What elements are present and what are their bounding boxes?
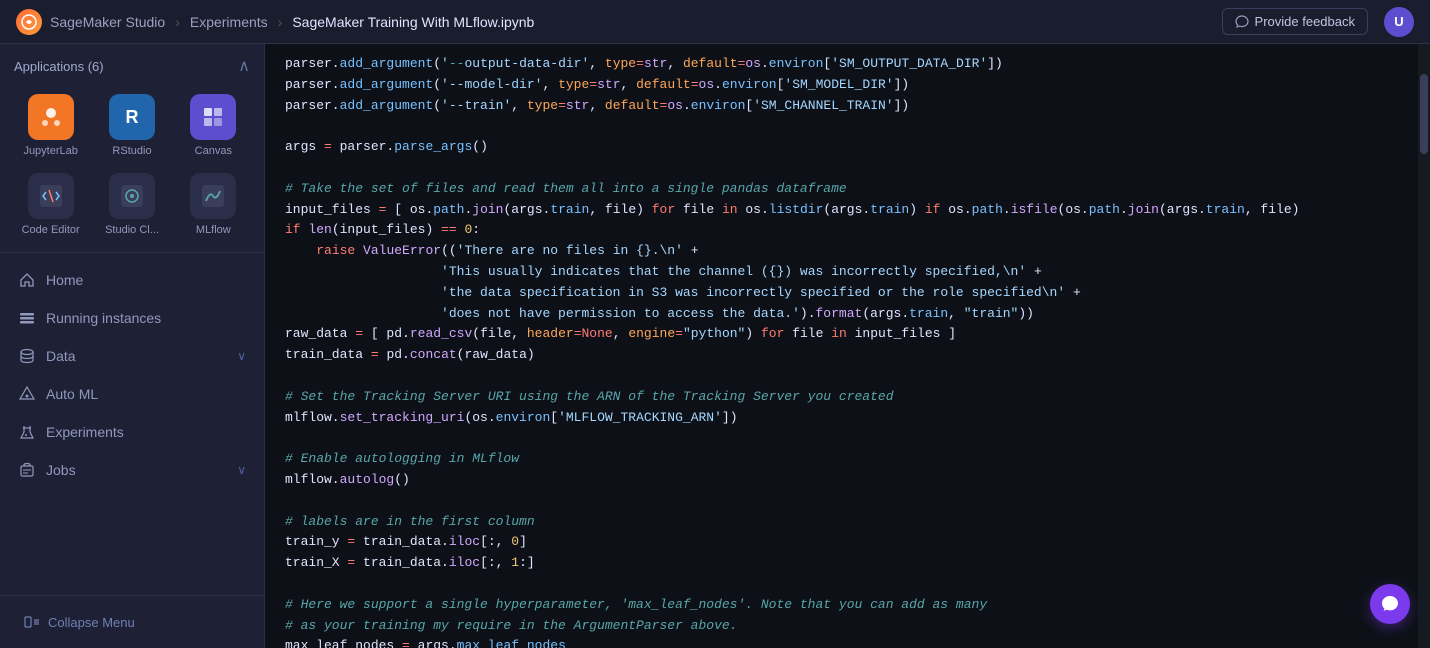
home-icon	[18, 271, 36, 289]
sidebar-item-auto-ml[interactable]: Auto ML	[0, 375, 264, 413]
apps-title: Applications (6)	[14, 59, 104, 74]
sidebar-item-jobs[interactable]: Jobs ∨	[0, 451, 264, 489]
breadcrumb: SageMaker Studio › Experiments › SageMak…	[16, 9, 534, 35]
scrollbar-track[interactable]	[1418, 44, 1430, 648]
chat-bubble-button[interactable]	[1370, 584, 1410, 624]
auto-ml-icon	[18, 385, 36, 403]
experiments-icon	[18, 423, 36, 441]
breadcrumb-sep-1: ›	[175, 14, 180, 30]
sidebar-item-experiments[interactable]: Experiments	[0, 413, 264, 451]
sidebar-item-data[interactable]: Data ∨	[0, 337, 264, 375]
sidebar-item-home[interactable]: Home	[0, 261, 264, 299]
data-icon	[18, 347, 36, 365]
sidebar-item-running-instances-label: Running instances	[46, 310, 161, 326]
topbar: SageMaker Studio › Experiments › SageMak…	[0, 0, 1430, 44]
collapse-menu-button[interactable]: Collapse Menu	[16, 608, 248, 636]
topbar-actions: Provide feedback U	[1222, 7, 1414, 37]
app-canvas[interactable]: Canvas	[177, 90, 250, 161]
app-rstudio[interactable]: R RStudio	[95, 90, 168, 161]
jobs-chevron: ∨	[237, 463, 246, 477]
code-editor-area[interactable]: parser.add_argument('--output-data-dir',…	[265, 44, 1430, 648]
crumb-experiments[interactable]: Experiments	[190, 14, 268, 30]
collapse-icon	[24, 614, 40, 630]
mlflow-label: MLflow	[196, 224, 231, 236]
sidebar-item-experiments-label: Experiments	[46, 424, 124, 440]
chat-icon	[1380, 594, 1400, 614]
scrollbar-thumb[interactable]	[1420, 74, 1428, 154]
apps-collapse-chevron[interactable]: ∧	[238, 56, 250, 76]
canvas-icon	[190, 94, 236, 140]
nav-section: Home Running instances	[0, 253, 264, 595]
mlflow-icon	[190, 173, 236, 219]
sidebar-item-jobs-label: Jobs	[46, 462, 76, 478]
user-avatar[interactable]: U	[1384, 7, 1414, 37]
sidebar-item-running-instances[interactable]: Running instances	[0, 299, 264, 337]
app-studio-cl[interactable]: Studio Cl...	[95, 169, 168, 240]
feedback-icon	[1235, 15, 1249, 29]
code-editor-label: Code Editor	[22, 224, 80, 236]
rstudio-icon: R	[109, 94, 155, 140]
studio-cl-icon	[109, 173, 155, 219]
crumb-current-file: SageMaker Training With MLflow.ipynb	[292, 14, 534, 30]
running-instances-icon	[18, 309, 36, 327]
app-jupyterlab[interactable]: JupyterLab	[14, 90, 87, 161]
sidebar-footer: Collapse Menu	[0, 595, 264, 648]
app-code-editor[interactable]: Code Editor	[14, 169, 87, 240]
app-mlflow[interactable]: MLflow	[177, 169, 250, 240]
sidebar-item-data-label: Data	[46, 348, 76, 364]
apps-header: Applications (6) ∧	[14, 56, 250, 76]
breadcrumb-sep-2: ›	[278, 14, 283, 30]
sagemaker-logo	[16, 9, 42, 35]
sidebar-item-home-label: Home	[46, 272, 83, 288]
canvas-label: Canvas	[195, 145, 232, 157]
crumb-sagemaker-studio[interactable]: SageMaker Studio	[50, 14, 165, 30]
jupyterlab-label: JupyterLab	[23, 145, 77, 157]
sidebar: Applications (6) ∧ JupyterLab	[0, 44, 265, 648]
sidebar-item-auto-ml-label: Auto ML	[46, 386, 98, 402]
code-content: parser.add_argument('--output-data-dir',…	[265, 44, 1430, 648]
data-chevron: ∨	[237, 349, 246, 363]
main-layout: Applications (6) ∧ JupyterLab	[0, 44, 1430, 648]
code-editor-icon	[28, 173, 74, 219]
apps-grid: JupyterLab R RStudio	[14, 90, 250, 240]
collapse-menu-label: Collapse Menu	[48, 615, 135, 630]
jupyterlab-icon	[28, 94, 74, 140]
feedback-button[interactable]: Provide feedback	[1222, 8, 1368, 35]
studio-cl-label: Studio Cl...	[105, 224, 159, 236]
rstudio-label: RStudio	[112, 145, 151, 157]
apps-section: Applications (6) ∧ JupyterLab	[0, 44, 264, 253]
jobs-icon	[18, 461, 36, 479]
